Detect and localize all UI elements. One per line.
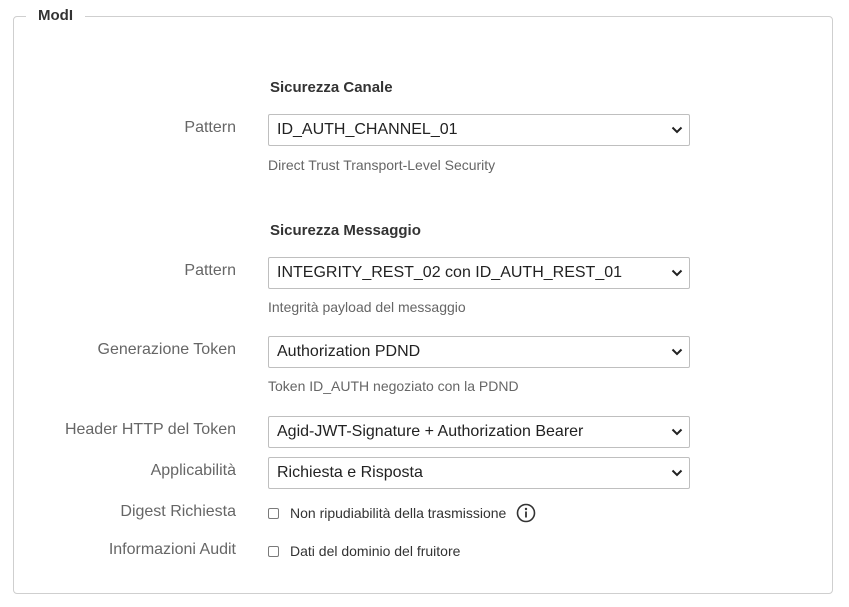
message-pattern-select[interactable]: INTEGRITY_REST_02 con ID_AUTH_REST_01 — [268, 257, 690, 289]
digest-label: Digest Richiesta — [120, 503, 236, 520]
chevron-down-icon — [671, 348, 683, 356]
audit-option: Dati del dominio del fruitore — [268, 540, 460, 562]
applicability-value: Richiesta e Risposta — [277, 464, 423, 481]
audit-checkbox[interactable] — [268, 545, 279, 557]
info-icon[interactable] — [516, 503, 536, 523]
audit-label: Informazioni Audit — [108, 541, 236, 558]
channel-pattern-help: Direct Trust Transport-Level Security — [268, 157, 496, 173]
channel-pattern-label: Pattern — [184, 119, 236, 136]
token-generation-help: Token ID_AUTH negoziato con la PDND — [268, 378, 519, 394]
applicability-label: Applicabilità — [150, 462, 236, 479]
message-pattern-label: Pattern — [184, 262, 236, 279]
channel-pattern-value: ID_AUTH_CHANNEL_01 — [277, 121, 458, 138]
message-pattern-help: Integrità payload del messaggio — [268, 299, 466, 315]
section-title-message: Sicurezza Messaggio — [270, 222, 421, 239]
chevron-down-icon — [671, 269, 683, 277]
token-generation-label: Generazione Token — [97, 341, 236, 358]
audit-option-label[interactable]: Dati del dominio del fruitore — [290, 543, 460, 559]
token-generation-select[interactable]: Authorization PDND — [268, 336, 690, 368]
digest-option: Non ripudiabilità della trasmissione — [268, 502, 536, 524]
chevron-down-icon — [671, 469, 683, 477]
token-generation-value: Authorization PDND — [277, 343, 421, 360]
section-title-channel: Sicurezza Canale — [270, 79, 393, 96]
token-header-select[interactable]: Agid-JWT-Signature + Authorization Beare… — [268, 416, 690, 448]
token-header-value: Agid-JWT-Signature + Authorization Beare… — [277, 423, 584, 440]
digest-checkbox[interactable] — [268, 507, 279, 519]
digest-option-label[interactable]: Non ripudiabilità della trasmissione — [290, 505, 506, 521]
chevron-down-icon — [671, 428, 683, 436]
fieldset-legend: ModI — [26, 6, 85, 26]
chevron-down-icon — [671, 126, 683, 134]
token-header-label: Header HTTP del Token — [64, 421, 236, 438]
channel-pattern-select[interactable]: ID_AUTH_CHANNEL_01 — [268, 114, 690, 146]
message-pattern-value: INTEGRITY_REST_02 con ID_AUTH_REST_01 — [277, 264, 623, 281]
applicability-select[interactable]: Richiesta e Risposta — [268, 457, 690, 489]
